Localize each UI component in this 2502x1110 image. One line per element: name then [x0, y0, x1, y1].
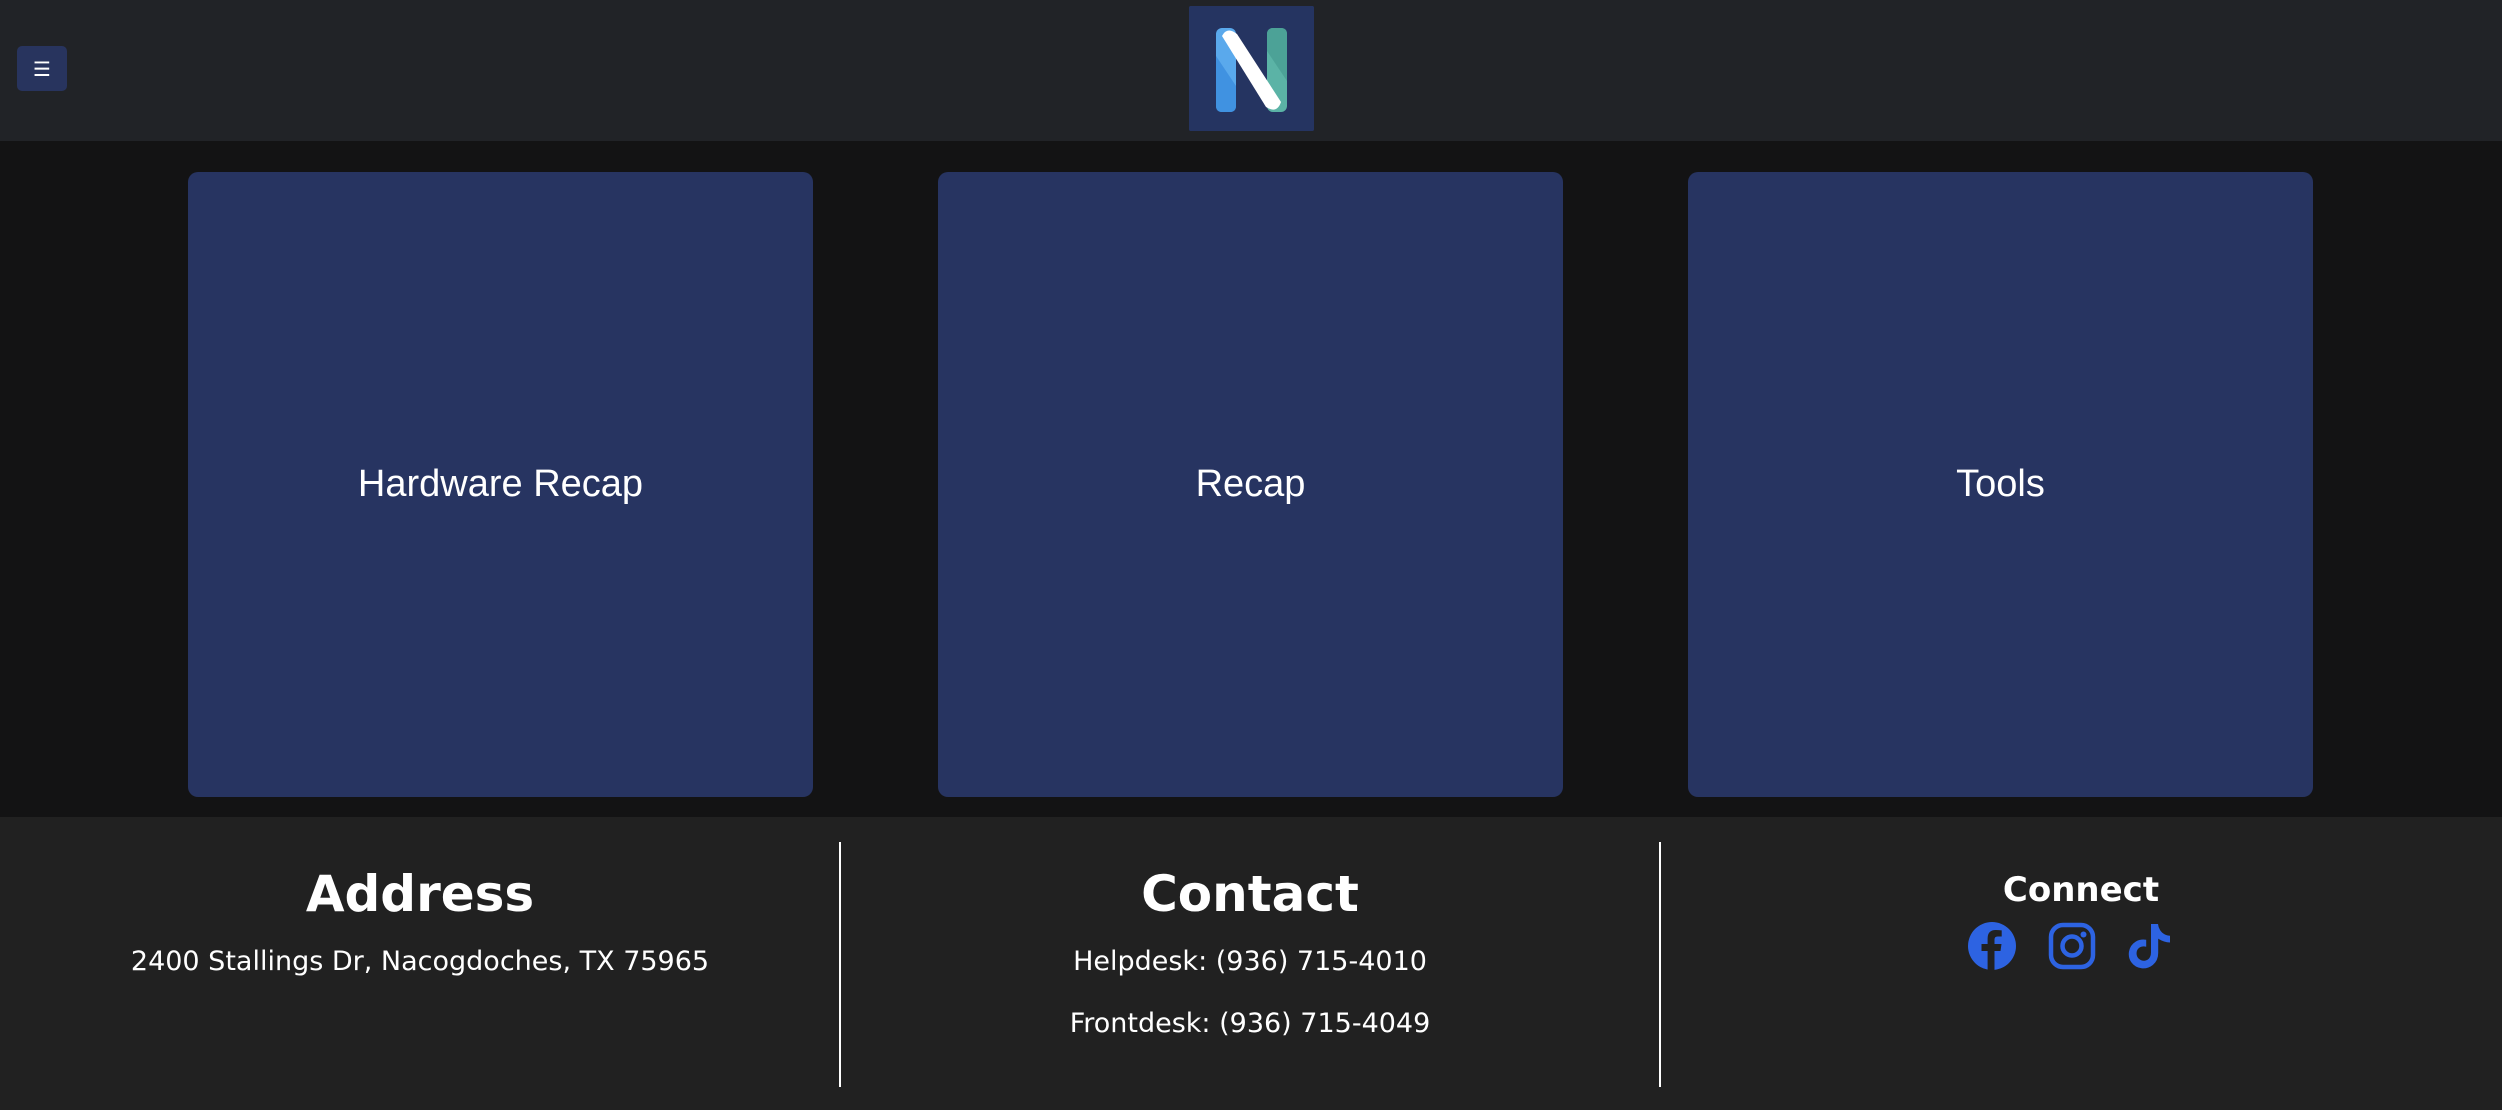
- card-label: Hardware Recap: [357, 463, 644, 505]
- facebook-icon: [1968, 922, 2016, 970]
- site-footer: Address 2400 Stallings Dr, Nacogdoches, …: [0, 817, 2502, 1110]
- card-hardware-recap[interactable]: Hardware Recap: [188, 172, 813, 797]
- address-text: 2400 Stallings Dr, Nacogdoches, TX 75965: [130, 946, 710, 977]
- site-logo[interactable]: [1189, 6, 1314, 131]
- connect-title: Connect: [2002, 870, 2160, 910]
- facebook-link[interactable]: [1966, 920, 2018, 972]
- hamburger-menu-icon: ☰: [33, 56, 51, 81]
- address-title: Address: [305, 865, 535, 923]
- helpdesk-phone: Helpdesk: (936) 715-4010: [1073, 946, 1427, 977]
- card-tools[interactable]: Tools: [1688, 172, 2313, 797]
- instagram-icon: [2048, 922, 2096, 970]
- card-recap[interactable]: Recap: [938, 172, 1563, 797]
- card-label: Recap: [1195, 463, 1306, 505]
- instagram-link[interactable]: [2046, 920, 2098, 972]
- menu-button[interactable]: ☰: [17, 46, 67, 91]
- footer-contact-section: Contact Helpdesk: (936) 715-4010 Frontde…: [840, 817, 1660, 1110]
- site-header: ☰: [0, 0, 2502, 141]
- card-label: Tools: [1956, 463, 2045, 505]
- frontdesk-phone: Frontdesk: (936) 715-4049: [1069, 1008, 1431, 1039]
- footer-connect-section: Connect: [1660, 817, 2502, 1110]
- tiktok-icon: [2128, 924, 2170, 969]
- main-content: Hardware Recap Recap Tools: [0, 141, 2502, 817]
- footer-address-section: Address 2400 Stallings Dr, Nacogdoches, …: [0, 817, 840, 1110]
- n-logo-icon: [1189, 6, 1314, 131]
- tiktok-link[interactable]: [2123, 920, 2175, 972]
- contact-title: Contact: [1141, 865, 1359, 923]
